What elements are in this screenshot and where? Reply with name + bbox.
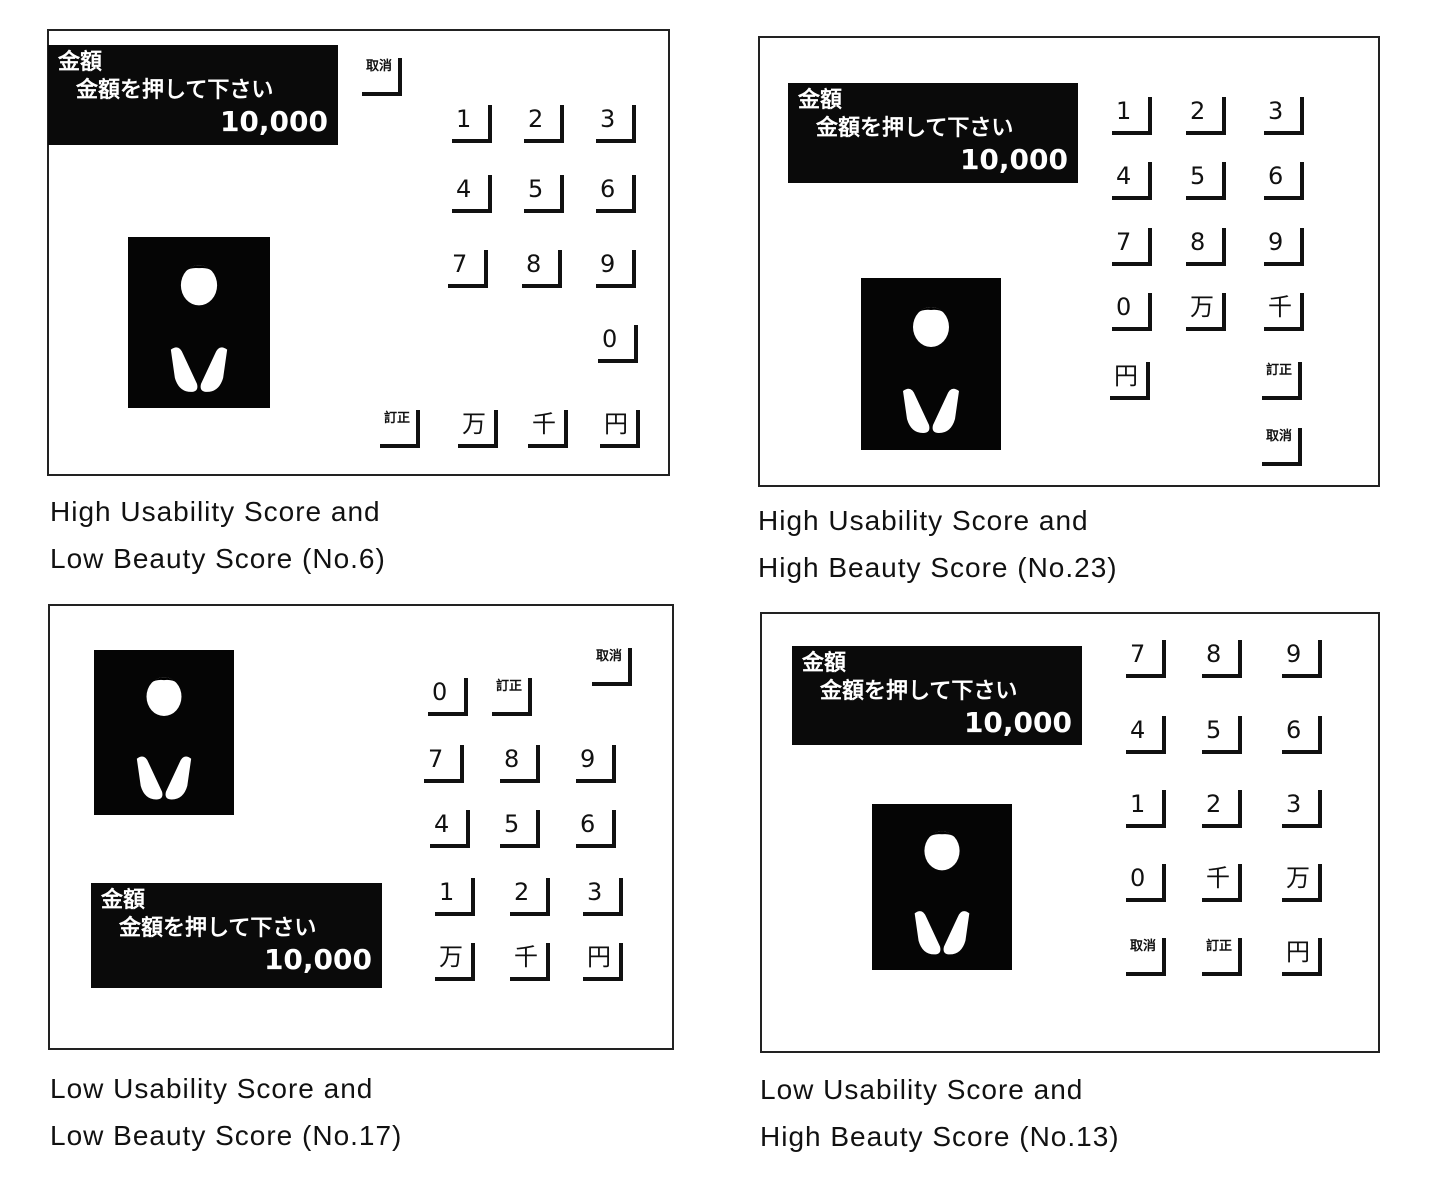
keypad-key[interactable]: 2: [1186, 97, 1226, 135]
keypad-key[interactable]: 7: [1126, 640, 1166, 678]
display-prompt: 金額を押して下さい: [76, 78, 274, 103]
keypad-key[interactable]: 訂正: [1202, 938, 1242, 976]
caption-line: Low Beauty Score (No.6): [50, 543, 386, 574]
keypad-key[interactable]: 4: [430, 810, 470, 848]
keypad-key[interactable]: 千: [528, 410, 568, 448]
caption-line: High Beauty Score (No.23): [758, 552, 1118, 583]
display-title: 金額: [798, 88, 843, 113]
keypad-key[interactable]: 取消: [1262, 428, 1302, 466]
keypad-key[interactable]: 1: [452, 105, 492, 143]
keypad-key[interactable]: 5: [524, 175, 564, 213]
keypad-key[interactable]: 6: [1282, 716, 1322, 754]
caption-line: Low Usability Score and: [50, 1073, 374, 1104]
keypad-key[interactable]: 円: [1282, 938, 1322, 976]
keypad-key[interactable]: 1: [1126, 790, 1166, 828]
display-prompt: 金額を押して下さい: [820, 679, 1018, 704]
keypad-key[interactable]: 1: [1112, 97, 1152, 135]
keypad-key[interactable]: 2: [524, 105, 564, 143]
amount-display: 金額金額を押して下さい 10,000: [91, 883, 382, 988]
amount-display: 金額金額を押して下さい 10,000: [48, 45, 338, 145]
keypad-key[interactable]: 円: [583, 943, 623, 981]
person-icon: [914, 831, 970, 955]
keypad-key[interactable]: 5: [1186, 162, 1226, 200]
caption-line: Low Beauty Score (No.17): [50, 1120, 403, 1151]
keypad-key[interactable]: 訂正: [1262, 362, 1302, 400]
keypad-key[interactable]: 1: [435, 878, 475, 916]
keypad-key[interactable]: 8: [500, 745, 540, 783]
amount-display: 金額金額を押して下さい 10,000: [788, 83, 1078, 183]
panel-caption: High Usability Score and High Beauty Scor…: [758, 497, 1118, 591]
keypad-key[interactable]: 0: [428, 678, 468, 716]
person-icon: [903, 307, 959, 433]
keypad-key[interactable]: 6: [1264, 162, 1304, 200]
caption-line: Low Usability Score and: [760, 1074, 1084, 1105]
keypad-key[interactable]: 9: [596, 250, 636, 288]
keypad-key[interactable]: 円: [600, 410, 640, 448]
display-title: 金額: [58, 50, 103, 75]
keypad-key[interactable]: 5: [500, 810, 540, 848]
keypad-key[interactable]: 7: [448, 250, 488, 288]
keypad-key[interactable]: 6: [576, 810, 616, 848]
keypad-key[interactable]: 4: [1112, 162, 1152, 200]
display-title: 金額: [101, 888, 146, 913]
caption-line: High Beauty Score (No.13): [760, 1121, 1120, 1152]
keypad-key[interactable]: 千: [1264, 293, 1304, 331]
keypad-key[interactable]: 5: [1202, 716, 1242, 754]
display-amount: 10,000: [963, 706, 1072, 739]
keypad-key[interactable]: 9: [1282, 640, 1322, 678]
keypad-key[interactable]: 3: [583, 878, 623, 916]
keypad-key[interactable]: 万: [1186, 293, 1226, 331]
panel-caption: High Usability Score and Low Beauty Score…: [50, 488, 386, 582]
keypad-key[interactable]: 千: [510, 943, 550, 981]
keypad-key[interactable]: 4: [1126, 716, 1166, 754]
keypad-key[interactable]: 4: [452, 175, 492, 213]
display-prompt: 金額を押して下さい: [816, 116, 1014, 141]
keypad-key[interactable]: 万: [1282, 864, 1322, 902]
keypad-key[interactable]: 8: [1202, 640, 1242, 678]
person-icon: [136, 677, 192, 800]
keypad-key[interactable]: 0: [1112, 293, 1152, 331]
keypad-key[interactable]: 訂正: [380, 410, 420, 448]
keypad-key[interactable]: 取消: [592, 648, 632, 686]
keypad-key[interactable]: 9: [576, 745, 616, 783]
operator-photo: [872, 804, 1012, 970]
display-amount: 10,000: [959, 143, 1068, 176]
keypad-key[interactable]: 万: [458, 410, 498, 448]
panel-caption: Low Usability Score and Low Beauty Score …: [50, 1065, 402, 1159]
keypad-key[interactable]: 万: [435, 943, 475, 981]
keypad-key[interactable]: 2: [1202, 790, 1242, 828]
keypad-key[interactable]: 千: [1202, 864, 1242, 902]
operator-photo: [94, 650, 234, 815]
keypad-key[interactable]: 8: [1186, 228, 1226, 266]
keypad-key[interactable]: 2: [510, 878, 550, 916]
amount-display: 金額金額を押して下さい 10,000: [792, 646, 1082, 745]
keypad-key[interactable]: 7: [1112, 228, 1152, 266]
panel-caption: Low Usability Score and High Beauty Score…: [760, 1066, 1120, 1160]
keypad-key[interactable]: 取消: [1126, 938, 1166, 976]
keypad-key[interactable]: 7: [424, 745, 464, 783]
keypad-key[interactable]: 3: [1264, 97, 1304, 135]
display-amount: 10,000: [263, 943, 372, 976]
keypad-key[interactable]: 6: [596, 175, 636, 213]
display-title: 金額: [802, 651, 847, 676]
keypad-key[interactable]: 9: [1264, 228, 1304, 266]
operator-photo: [128, 237, 270, 408]
keypad-key[interactable]: 0: [598, 325, 638, 363]
person-icon: [170, 265, 228, 392]
keypad-key[interactable]: 円: [1110, 362, 1150, 400]
caption-line: High Usability Score and: [50, 496, 381, 527]
keypad-key[interactable]: 0: [1126, 864, 1166, 902]
caption-line: High Usability Score and: [758, 505, 1089, 536]
keypad-key[interactable]: 8: [522, 250, 562, 288]
display-prompt: 金額を押して下さい: [119, 916, 317, 941]
keypad-key[interactable]: 訂正: [492, 678, 532, 716]
display-amount: 10,000: [219, 105, 328, 138]
keypad-key[interactable]: 3: [596, 105, 636, 143]
keypad-key[interactable]: 取消: [362, 58, 402, 96]
keypad-key[interactable]: 3: [1282, 790, 1322, 828]
operator-photo: [861, 278, 1001, 450]
